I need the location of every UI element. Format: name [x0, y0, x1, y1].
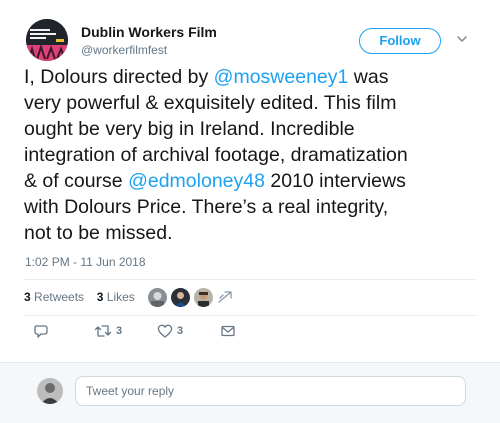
- account-avatar[interactable]: [26, 19, 68, 61]
- mention-link[interactable]: @mosweeney1: [214, 66, 349, 88]
- tweet-text-line: very powerful & exquisitely edited. This…: [24, 90, 490, 116]
- tweet-text-segment: very powerful & exquisitely edited. This…: [24, 92, 397, 114]
- direct-message-button[interactable]: [220, 323, 236, 343]
- tweet-text-segment: was: [348, 66, 389, 88]
- reply-input[interactable]: [75, 376, 466, 406]
- engagement-stats: 3 Retweets 3 Likes: [24, 290, 135, 304]
- reply-icon: [34, 325, 48, 338]
- liker-avatar[interactable]: [147, 287, 168, 308]
- tweet-text-segment: with Dolours Price. There’s a real integ…: [24, 196, 389, 218]
- tweet-timestamp[interactable]: 1:02 PM - 11 Jun 2018: [25, 255, 146, 269]
- likes-count: 3: [96, 290, 104, 304]
- liker-avatar[interactable]: [170, 287, 191, 308]
- retweet-count: 3: [116, 325, 123, 337]
- tweet-text: I, Dolours directed by @mosweeney1 was ve…: [24, 64, 490, 246]
- tweet-text-segment: ought be very big in Ireland. Incredible: [24, 118, 355, 140]
- tweet-text-line: I, Dolours directed by @mosweeney1 was: [24, 64, 490, 90]
- retweets-stat[interactable]: 3 Retweets: [24, 290, 84, 304]
- retweets-label: Retweets: [34, 290, 85, 304]
- divider: [24, 315, 476, 316]
- divider: [24, 279, 476, 280]
- like-button[interactable]: 3: [157, 323, 183, 343]
- like-count: 3: [177, 325, 184, 337]
- heart-icon: [157, 324, 173, 338]
- current-user-avatar: [37, 378, 63, 404]
- retweets-count: 3: [24, 290, 31, 304]
- mention-link[interactable]: @edmoloney48: [128, 170, 265, 192]
- liker-avatar[interactable]: [193, 287, 214, 308]
- tweet-text-line: not to be missed.: [24, 220, 490, 246]
- tweet-text-line: & of course @edmoloney48 2010 interviews: [24, 168, 490, 194]
- tweet-text-line: integration of archival footage, dramati…: [24, 142, 490, 168]
- envelope-icon: [221, 325, 235, 337]
- tweet-text-segment: I, Dolours directed by: [24, 66, 214, 88]
- chevron-down-icon[interactable]: [455, 34, 469, 44]
- likes-label: Likes: [106, 290, 135, 304]
- tweet-card: Dublin Workers Film @workerfilmfest Foll…: [0, 0, 500, 423]
- tweet-text-segment: not to be missed.: [24, 222, 173, 244]
- tweet-text-segment: integration of archival footage, dramati…: [24, 144, 408, 166]
- tweet-text-line: with Dolours Price. There’s a real integ…: [24, 194, 490, 220]
- festival-logo-avatar-icon: [26, 19, 68, 61]
- tweet-text-line: ought be very big in Ireland. Incredible: [24, 116, 490, 142]
- reply-button[interactable]: [33, 323, 49, 343]
- account-name[interactable]: Dublin Workers Film: [81, 24, 217, 40]
- like-arrow-icon: [218, 291, 232, 303]
- tweet-text-segment: & of course: [24, 170, 129, 192]
- follow-button[interactable]: Follow: [359, 28, 441, 54]
- account-handle[interactable]: @workerfilmfest: [81, 43, 167, 57]
- retweet-button[interactable]: 3: [94, 323, 122, 343]
- likes-stat[interactable]: 3 Likes: [97, 290, 135, 304]
- tweet-text-segment: 2010 interviews: [264, 170, 406, 192]
- retweet-icon: [94, 325, 112, 337]
